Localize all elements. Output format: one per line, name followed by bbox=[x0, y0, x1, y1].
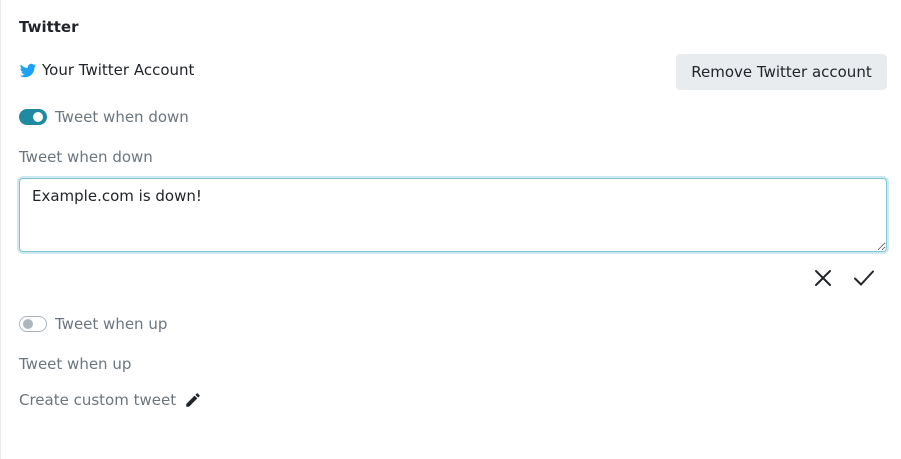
tweet-when-up-toggle-label: Tweet when up bbox=[55, 315, 168, 333]
pencil-icon[interactable] bbox=[184, 391, 202, 409]
twitter-account-label: Your Twitter Account bbox=[42, 61, 195, 79]
twitter-bird-icon bbox=[19, 62, 37, 80]
twitter-account-row: Your Twitter Account bbox=[19, 60, 194, 80]
twitter-settings-panel: Twitter Your Twitter Account Remove Twit… bbox=[0, 0, 901, 459]
tweet-when-down-field-label: Tweet when down bbox=[19, 148, 153, 166]
tweet-when-down-textarea[interactable]: Example.com is down! bbox=[19, 178, 887, 252]
create-custom-tweet-row[interactable]: Create custom tweet bbox=[19, 391, 202, 409]
remove-twitter-account-button[interactable]: Remove Twitter account bbox=[676, 54, 887, 90]
tweet-when-up-field-label: Tweet when up bbox=[19, 355, 132, 373]
create-custom-tweet-label[interactable]: Create custom tweet bbox=[19, 391, 176, 409]
checkmark-icon[interactable] bbox=[852, 266, 876, 290]
close-icon[interactable] bbox=[811, 266, 835, 290]
tweet-when-down-toggle[interactable] bbox=[19, 109, 47, 125]
toggle-knob bbox=[33, 112, 43, 122]
tweet-when-up-toggle[interactable] bbox=[19, 316, 47, 332]
tweet-when-up-toggle-row[interactable]: Tweet when up bbox=[19, 315, 167, 333]
toggle-knob bbox=[23, 319, 33, 329]
section-title: Twitter bbox=[19, 18, 79, 36]
tweet-when-down-toggle-label: Tweet when down bbox=[55, 108, 189, 126]
tweet-when-down-toggle-row[interactable]: Tweet when down bbox=[19, 108, 189, 126]
